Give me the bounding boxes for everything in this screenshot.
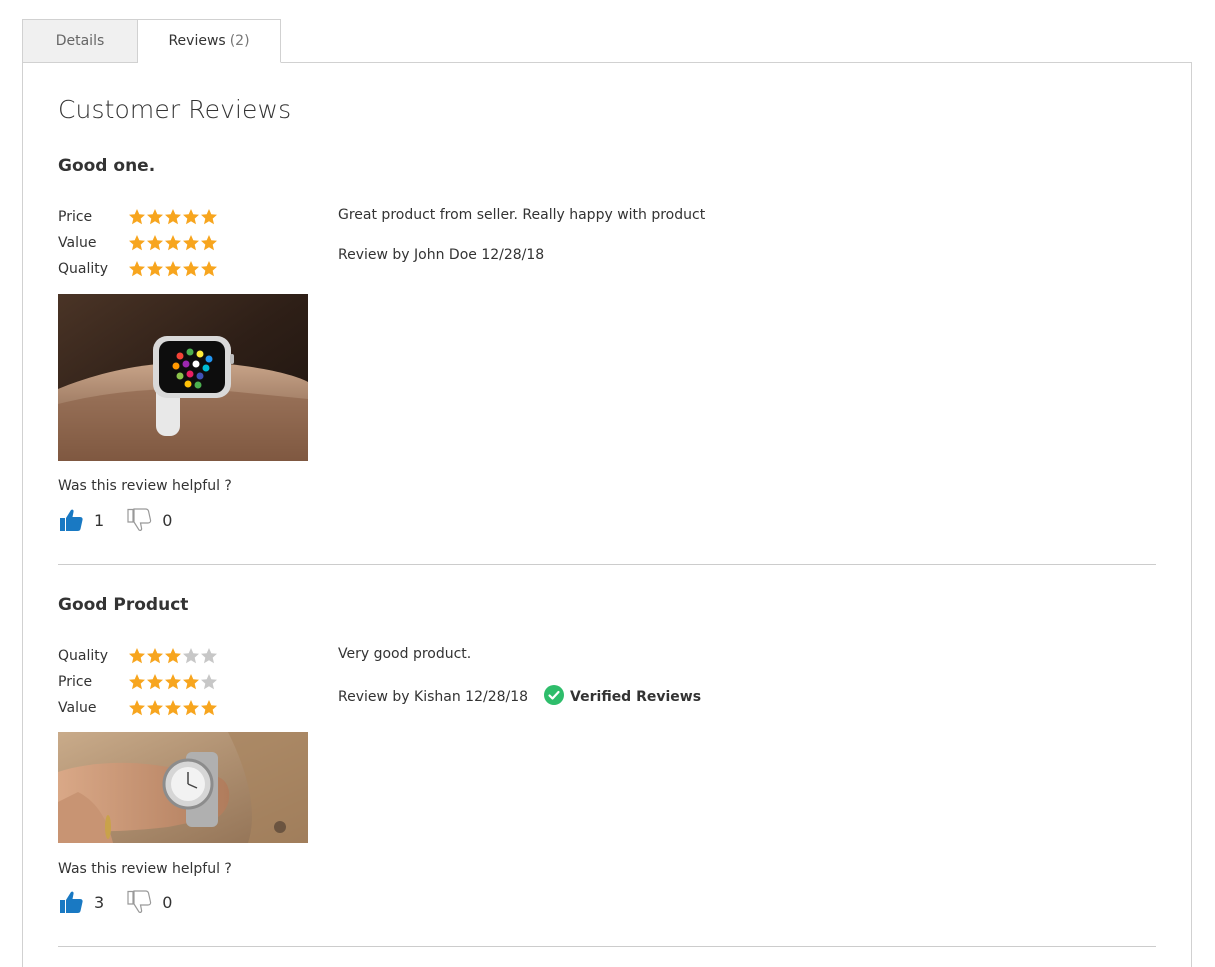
rating-label: Price: [58, 674, 93, 690]
review-author-date: Review by Kishan 12/28/18: [338, 689, 529, 705]
star-rating: [128, 208, 218, 226]
review-divider: [58, 564, 1156, 565]
thumbs-up-icon: [58, 890, 84, 914]
tab-details-label: Details: [55, 33, 105, 49]
rating-summary: Quality Price Value: [58, 643, 218, 721]
thumbs-down-icon: [126, 890, 152, 914]
helpful-no-button[interactable]: 0: [126, 890, 172, 914]
verified-badge: Verified Reviews: [544, 685, 701, 709]
star-rating: [128, 673, 218, 691]
rating-row: Price: [58, 669, 218, 695]
helpful-votes: 3 0: [58, 890, 194, 914]
review-meta: Review by Kishan 12/28/18 Verified Revie…: [338, 685, 701, 709]
star-filled-icon: [201, 209, 217, 225]
helpful-votes: 1 0: [58, 508, 194, 532]
thumbs-up-icon: [58, 508, 84, 532]
star-filled-icon: [147, 235, 163, 251]
star-filled-icon: [147, 700, 163, 716]
review-photo-smartwatch[interactable]: [58, 294, 308, 461]
rating-row: Value: [58, 695, 218, 721]
rating-label: Quality: [58, 261, 109, 277]
star-filled-icon: [129, 648, 145, 664]
star-empty-icon: [201, 674, 217, 690]
rating-label: Value: [58, 235, 97, 251]
star-rating: [128, 647, 218, 665]
tab-details[interactable]: Details: [22, 19, 138, 63]
review-title: Good one.: [58, 156, 156, 176]
star-filled-icon: [183, 209, 199, 225]
star-filled-icon: [183, 261, 199, 277]
review-divider: [58, 946, 1156, 947]
review-photo-silver-watch[interactable]: [58, 732, 308, 843]
helpful-yes-button[interactable]: 3: [58, 890, 104, 914]
star-empty-icon: [183, 648, 199, 664]
rating-label: Value: [58, 700, 97, 716]
star-filled-icon: [147, 648, 163, 664]
star-filled-icon: [147, 674, 163, 690]
review-author-date: Review by John Doe 12/28/18: [338, 247, 545, 263]
rating-row: Quality: [58, 643, 218, 669]
star-filled-icon: [165, 261, 181, 277]
tab-reviews-label: Reviews: [168, 33, 226, 49]
helpful-question: Was this review helpful ?: [58, 478, 232, 494]
rating-summary: Price Value Quality: [58, 204, 218, 282]
star-filled-icon: [201, 235, 217, 251]
star-filled-icon: [129, 235, 145, 251]
page-title: Customer Reviews: [58, 95, 292, 124]
verified-label: Verified Reviews: [570, 689, 702, 705]
star-rating: [128, 260, 218, 278]
rating-label: Quality: [58, 648, 109, 664]
star-filled-icon: [165, 674, 181, 690]
review-text: Very good product.: [338, 646, 472, 662]
star-filled-icon: [165, 235, 181, 251]
thumbs-down-icon: [126, 508, 152, 532]
star-filled-icon: [201, 700, 217, 716]
star-filled-icon: [165, 648, 181, 664]
rating-row: Price: [58, 204, 218, 230]
star-empty-icon: [201, 648, 217, 664]
helpful-question: Was this review helpful ?: [58, 861, 232, 877]
star-filled-icon: [183, 674, 199, 690]
rating-row: Value: [58, 230, 218, 256]
review-meta: Review by John Doe 12/28/18: [338, 247, 544, 263]
star-filled-icon: [183, 235, 199, 251]
helpful-no-button[interactable]: 0: [126, 508, 172, 532]
star-filled-icon: [147, 261, 163, 277]
rating-label: Price: [58, 209, 93, 225]
star-filled-icon: [201, 261, 217, 277]
star-filled-icon: [165, 700, 181, 716]
star-rating: [128, 234, 218, 252]
helpful-yes-button[interactable]: 1: [58, 508, 104, 532]
star-filled-icon: [165, 209, 181, 225]
star-filled-icon: [147, 209, 163, 225]
tab-reviews[interactable]: Reviews (2): [138, 19, 281, 63]
helpful-yes-count: 1: [94, 510, 105, 530]
check-circle-icon: [544, 685, 570, 709]
tab-reviews-count: (2): [229, 33, 250, 49]
helpful-yes-count: 3: [94, 892, 105, 912]
product-tabs: Details Reviews (2): [22, 19, 281, 63]
review-text: Great product from seller. Really happy …: [338, 207, 706, 223]
helpful-no-count: 0: [162, 892, 173, 912]
star-filled-icon: [183, 700, 199, 716]
star-rating: [128, 699, 218, 717]
review-title: Good Product: [58, 595, 189, 615]
star-filled-icon: [129, 674, 145, 690]
star-filled-icon: [129, 700, 145, 716]
star-filled-icon: [129, 261, 145, 277]
helpful-no-count: 0: [162, 510, 173, 530]
star-filled-icon: [129, 209, 145, 225]
rating-row: Quality: [58, 256, 218, 282]
